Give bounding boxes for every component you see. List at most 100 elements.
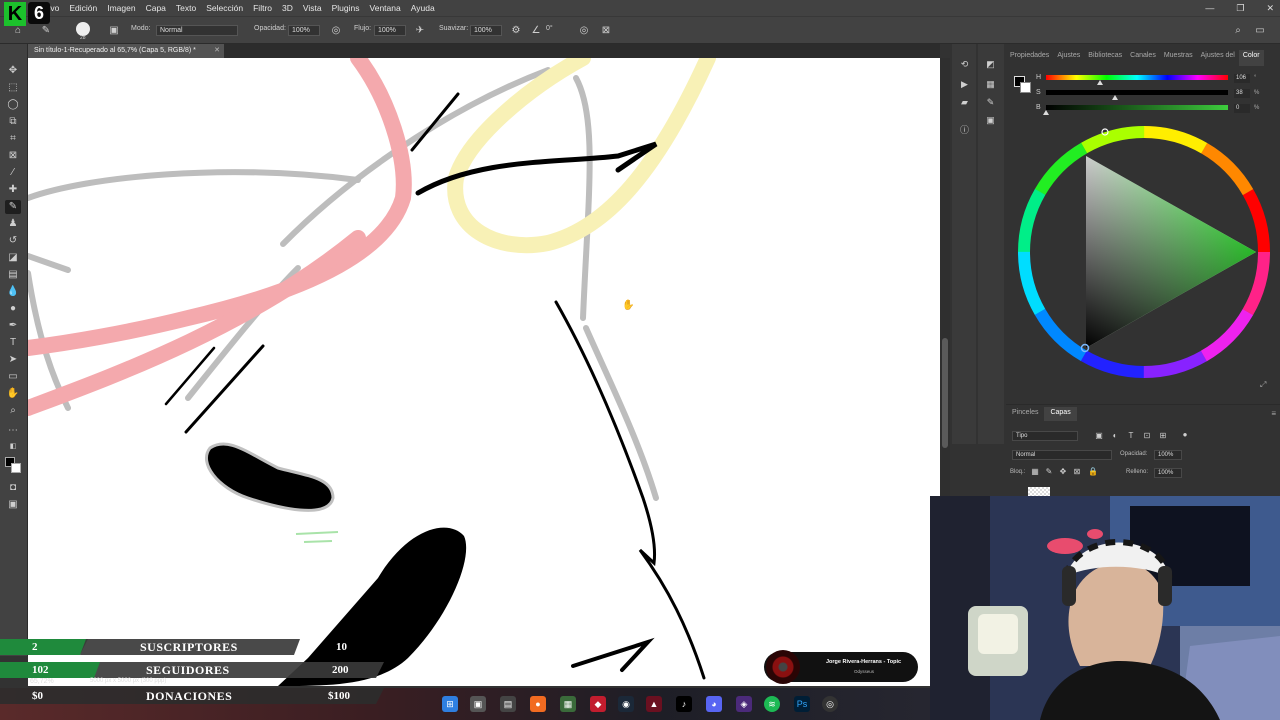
flow-field[interactable]: 100% bbox=[374, 25, 406, 36]
steam-app-icon[interactable]: ◉ bbox=[618, 696, 634, 712]
photos-app-icon[interactable]: ▣ bbox=[470, 696, 486, 712]
brush-tool-icon[interactable]: ✎ bbox=[40, 25, 52, 37]
tab-pinceles[interactable]: Pinceles bbox=[1006, 407, 1044, 421]
menu-vista[interactable]: Vista bbox=[298, 3, 327, 13]
grid-panel-icon[interactable]: ▦ bbox=[984, 78, 997, 90]
pressure-opacity-icon[interactable]: ◎ bbox=[330, 25, 342, 37]
filter-type-icon[interactable]: T bbox=[1126, 431, 1136, 441]
minimize-button[interactable]: — bbox=[1205, 3, 1214, 13]
tab-muestras[interactable]: Muestras bbox=[1160, 50, 1197, 66]
lock-position-icon[interactable]: ✥ bbox=[1058, 467, 1068, 477]
opacity-field[interactable]: 100% bbox=[288, 25, 320, 36]
menu-3d[interactable]: 3D bbox=[277, 3, 298, 13]
tab-ajustes-del[interactable]: Ajustes del bbox=[1197, 50, 1239, 66]
blur-tool-icon[interactable]: 💧 bbox=[5, 285, 21, 299]
menu-ventana[interactable]: Ventana bbox=[365, 3, 406, 13]
brightness-slider[interactable] bbox=[1046, 105, 1228, 110]
game-app-icon[interactable]: ▲ bbox=[646, 696, 662, 712]
history-brush-tool-icon[interactable]: ↺ bbox=[5, 234, 21, 248]
brightness-value[interactable]: 0 bbox=[1234, 104, 1250, 113]
default-colors-icon[interactable]: ◧ bbox=[5, 440, 21, 454]
zoom-level[interactable]: 65,72% bbox=[30, 678, 54, 685]
layer-comps-icon[interactable]: ◩ bbox=[984, 58, 997, 70]
hue-slider-thumb[interactable] bbox=[1097, 80, 1103, 85]
more-tools-icon[interactable]: ⋯ bbox=[5, 424, 21, 438]
saturation-slider-thumb[interactable] bbox=[1112, 95, 1118, 100]
pressure-size-icon[interactable]: ◎ bbox=[578, 25, 590, 37]
eyedropper-tool-icon[interactable]: ⁄ bbox=[5, 166, 21, 180]
tab-bibliotecas[interactable]: Bibliotecas bbox=[1084, 50, 1126, 66]
angle-icon[interactable]: ∠ bbox=[530, 25, 542, 37]
type-tool-icon[interactable]: T bbox=[5, 336, 21, 350]
discord-app-icon[interactable]: ◕ bbox=[706, 696, 722, 712]
saturation-value[interactable]: 38 bbox=[1234, 89, 1250, 98]
brush-tool-icon[interactable]: ✎ bbox=[5, 200, 21, 214]
scrollbar-thumb[interactable] bbox=[942, 338, 948, 448]
saturation-slider[interactable] bbox=[1046, 90, 1228, 95]
photoshop-app-icon[interactable]: Ps bbox=[794, 696, 810, 712]
actions-panel-icon[interactable]: ▶ bbox=[958, 78, 971, 90]
search-icon[interactable]: ⌕ bbox=[1232, 25, 1244, 37]
brush-settings-icon[interactable]: ✎ bbox=[984, 96, 997, 108]
info-panel-icon[interactable]: ⓘ bbox=[958, 124, 971, 136]
stamp-tool-icon[interactable]: ♟ bbox=[5, 217, 21, 231]
comments-panel-icon[interactable]: ▰ bbox=[958, 96, 971, 108]
tab-ajustes[interactable]: Ajustes bbox=[1053, 50, 1084, 66]
menu-filtro[interactable]: Filtro bbox=[248, 3, 277, 13]
document-tab[interactable]: Sin título-1-Recuperado al 65,7% (Capa 5… bbox=[28, 44, 224, 58]
lock-transparent-icon[interactable]: ▦ bbox=[1030, 467, 1040, 477]
gradient-tool-icon[interactable]: ▤ bbox=[5, 268, 21, 282]
lasso-tool-icon[interactable]: ◯ bbox=[5, 98, 21, 112]
layer-filter-select[interactable]: Tipo bbox=[1012, 431, 1078, 441]
move-tool-icon[interactable]: ✥ bbox=[5, 64, 21, 78]
twitch-app-icon[interactable]: ◈ bbox=[736, 696, 752, 712]
history-panel-icon[interactable]: ⟲ bbox=[958, 58, 971, 70]
background-color-swatch[interactable] bbox=[11, 463, 21, 473]
home-icon[interactable]: ⌂ bbox=[12, 25, 24, 37]
close-button[interactable]: ✕ bbox=[1266, 3, 1274, 14]
zoom-tool-icon[interactable]: ⌕ bbox=[5, 404, 21, 418]
lock-pixels-icon[interactable]: ✎ bbox=[1044, 467, 1054, 477]
saturation-brightness-triangle[interactable] bbox=[1086, 156, 1256, 348]
drawing-canvas[interactable]: ✋ bbox=[28, 58, 940, 686]
gear-icon[interactable]: ⚙ bbox=[510, 25, 522, 37]
menu-ayuda[interactable]: Ayuda bbox=[406, 3, 440, 13]
filter-smart-icon[interactable]: ⊞ bbox=[1158, 431, 1168, 441]
menu-seleccion[interactable]: Selección bbox=[201, 3, 248, 13]
tab-canales[interactable]: Canales bbox=[1126, 50, 1160, 66]
background-swatch[interactable] bbox=[1020, 82, 1031, 93]
filter-shape-icon[interactable]: ⊡ bbox=[1142, 431, 1152, 441]
frame-tool-icon[interactable]: ⊠ bbox=[5, 149, 21, 163]
tab-propiedades[interactable]: Propiedades bbox=[1006, 50, 1053, 66]
quick-mask-icon[interactable]: ◘ bbox=[5, 481, 21, 495]
maximize-button[interactable]: ❐ bbox=[1236, 3, 1244, 14]
excel-app-icon[interactable]: ▦ bbox=[560, 696, 576, 712]
lock-artboard-icon[interactable]: ⊠ bbox=[1072, 467, 1082, 477]
panel-menu-icon[interactable]: ≡ bbox=[1271, 409, 1276, 418]
smoothing-field[interactable]: 100% bbox=[470, 25, 502, 36]
hand-tool-icon[interactable]: ✋ bbox=[5, 387, 21, 401]
pen-tool-icon[interactable]: ✒ bbox=[5, 319, 21, 333]
dodge-tool-icon[interactable]: ● bbox=[5, 302, 21, 316]
object-select-tool-icon[interactable]: ⧉ bbox=[5, 115, 21, 129]
swatches-panel-icon[interactable]: ▣ bbox=[984, 114, 997, 126]
lock-all-icon[interactable]: 🔒 bbox=[1088, 467, 1098, 477]
menu-edicion[interactable]: Edición bbox=[64, 3, 102, 13]
eraser-tool-icon[interactable]: ◪ bbox=[5, 251, 21, 265]
obs-app-icon[interactable]: ◎ bbox=[822, 696, 838, 712]
menu-imagen[interactable]: Imagen bbox=[102, 3, 140, 13]
airbrush-icon[interactable]: ✈ bbox=[414, 25, 426, 37]
panel-expand-icon[interactable]: ⤢ bbox=[1260, 380, 1266, 390]
healing-tool-icon[interactable]: ✚ bbox=[5, 183, 21, 197]
mode-select[interactable]: Normal bbox=[156, 25, 238, 36]
tiktok-app-icon[interactable]: ♪ bbox=[676, 696, 692, 712]
filter-pixel-icon[interactable]: ▣ bbox=[1094, 431, 1104, 441]
firefox-app-icon[interactable]: ● bbox=[530, 696, 546, 712]
windows-start-icon[interactable]: ⊞ bbox=[442, 696, 458, 712]
marquee-tool-icon[interactable]: ⬚ bbox=[5, 81, 21, 95]
brush-preset-icon[interactable] bbox=[76, 22, 90, 36]
filter-adjust-icon[interactable]: ◐ bbox=[1110, 431, 1120, 441]
path-select-tool-icon[interactable]: ➤ bbox=[5, 353, 21, 367]
tab-capas[interactable]: Capas bbox=[1044, 407, 1077, 421]
music-app-icon[interactable]: ◆ bbox=[590, 696, 606, 712]
